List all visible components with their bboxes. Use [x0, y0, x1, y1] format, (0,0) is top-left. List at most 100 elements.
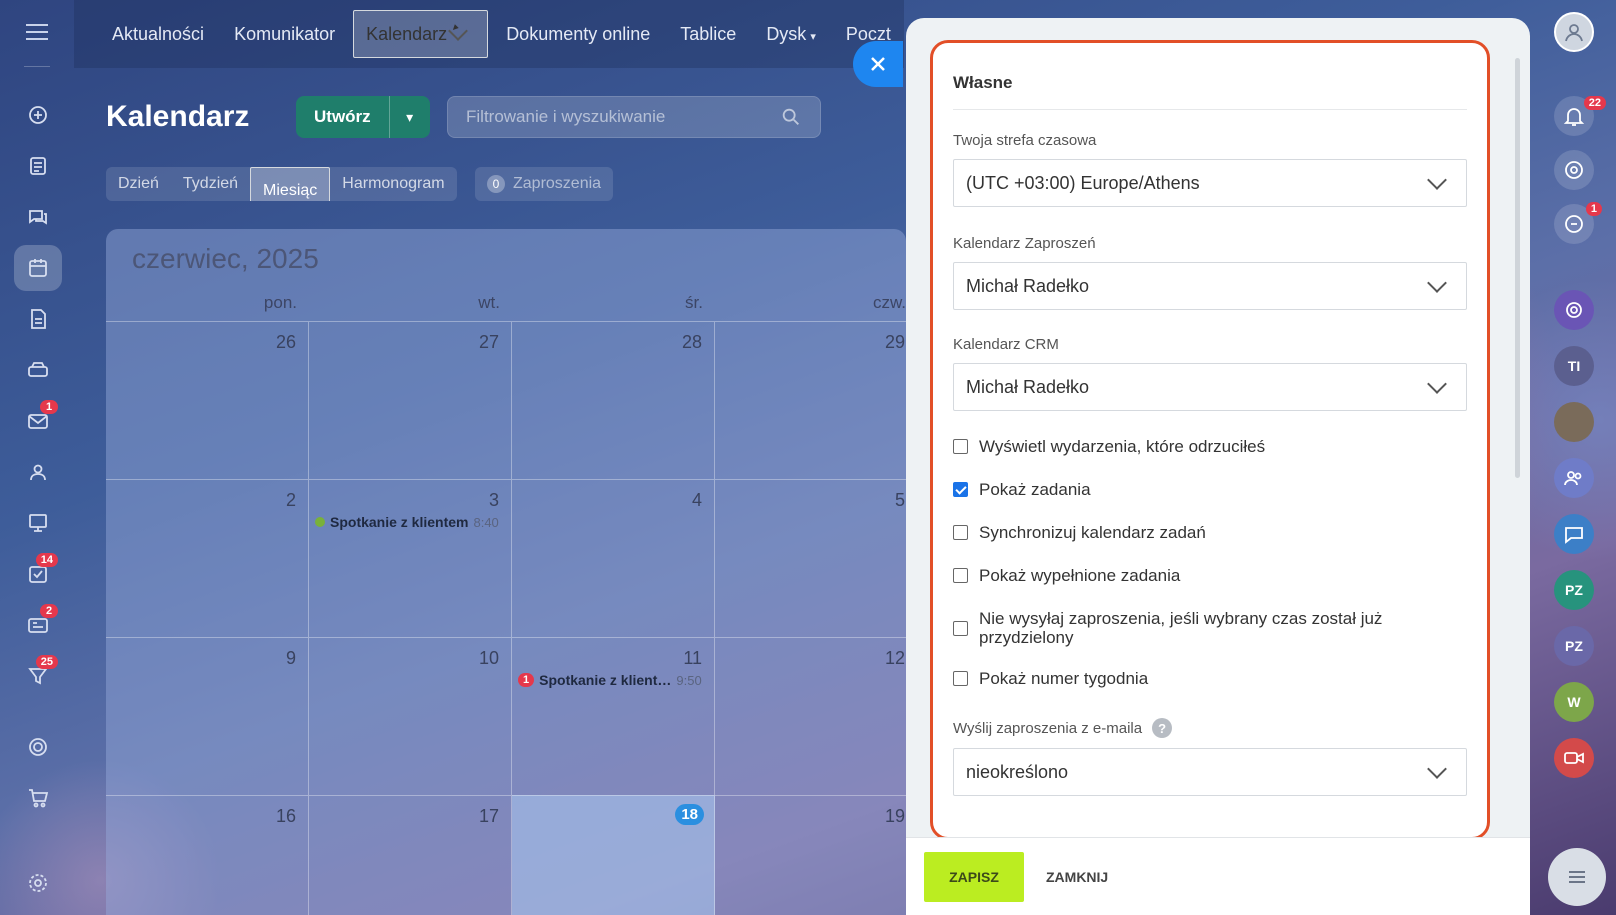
close-panel-button[interactable] [853, 41, 903, 87]
day-cell[interactable]: 27 [309, 321, 512, 479]
nav-kalendarz[interactable]: Kalendarz ▾ [353, 10, 489, 58]
day-cell[interactable]: 29 [715, 321, 906, 479]
cart-icon[interactable] [14, 775, 62, 821]
calendar-event[interactable]: 1 Spotkanie z klient… 9:50 [518, 672, 702, 688]
event-dot-icon [315, 517, 325, 527]
nav-komunikator[interactable]: Komunikator [222, 17, 347, 52]
scrollbar[interactable] [1515, 58, 1520, 478]
funnel-icon[interactable]: 25 [14, 653, 62, 699]
board-icon[interactable] [14, 500, 62, 546]
nav-aktualnosci[interactable]: Aktualności [100, 17, 216, 52]
day-cell[interactable]: 28 [512, 321, 715, 479]
create-button[interactable]: Utwórz [296, 96, 390, 138]
chevron-down-icon: ▾ [448, 21, 469, 41]
weekday-header: śr. [685, 293, 703, 312]
search-input[interactable]: Filtrowanie i wyszukiwanie [447, 96, 821, 138]
document-icon[interactable] [14, 296, 62, 342]
day-cell-today[interactable]: 18 [512, 795, 715, 915]
checkbox-icon [953, 671, 968, 686]
day-cell[interactable]: 2 [106, 479, 309, 637]
day-cell[interactable]: 16 [106, 795, 309, 915]
nav-dokumenty[interactable]: Dokumenty online [494, 17, 662, 52]
contact-avatar[interactable]: PZ [1554, 626, 1594, 666]
show-week-number-checkbox[interactable]: Pokaż numer tygodnia [953, 669, 1467, 688]
day-cell[interactable]: 26 [106, 321, 309, 479]
chevron-down-icon [1427, 374, 1447, 394]
checkbox-icon [953, 620, 968, 636]
settings-section: Własne Twoja strefa czasowa (UTC +03:00)… [930, 40, 1490, 840]
drive-icon[interactable] [14, 347, 62, 393]
help-icon[interactable]: ? [1152, 718, 1173, 738]
group-chat-icon[interactable] [1554, 458, 1594, 498]
left-sidebar: 1 14 2 25 [0, 0, 74, 915]
create-dropdown-chevron-icon[interactable]: ▾ [390, 96, 430, 138]
page-title: Kalendarz [106, 100, 250, 133]
checkbox-icon [953, 568, 968, 583]
day-cell[interactable]: 5 [715, 479, 906, 637]
menu-icon[interactable] [26, 24, 48, 40]
show-completed-checkbox[interactable]: Pokaż wypełnione zadania [953, 566, 1467, 585]
crm-calendar-select[interactable]: Michał Radełko [953, 363, 1467, 411]
show-tasks-checkbox[interactable]: Pokaż zadania [953, 480, 1467, 499]
video-call-icon[interactable] [1554, 738, 1594, 778]
view-month[interactable]: Miesiąc [250, 167, 331, 201]
invites-calendar-select[interactable]: Michał Radełko [953, 262, 1467, 310]
chevron-down-icon [1427, 273, 1447, 293]
month-grid: czerwiec, 2025 pon. wt. śr. czw. 26 27 2… [106, 229, 906, 915]
day-cell[interactable]: 19 [715, 795, 906, 915]
view-schedule[interactable]: Harmonogram [330, 167, 456, 201]
user-avatar[interactable] [1554, 12, 1594, 52]
email-select[interactable]: nieokreślono [953, 748, 1467, 796]
invitations-button[interactable]: 0 Zaproszenia [475, 167, 614, 201]
day-cell[interactable]: 3 Spotkanie z klientem 8:40 [309, 479, 512, 637]
day-cell[interactable]: 9 [106, 637, 309, 795]
view-switcher: Dzień Tydzień Miesiąc Harmonogram [106, 167, 457, 201]
mail-badge: 1 [40, 400, 58, 414]
activity-icon[interactable] [1554, 150, 1594, 190]
contact-avatar[interactable]: TI [1554, 346, 1594, 386]
settings-gear-icon[interactable] [14, 860, 62, 906]
sync-tasks-checkbox[interactable]: Synchronizuj kalendarz zadań [953, 523, 1467, 542]
close-button[interactable]: ZAMKNIJ [1046, 869, 1108, 885]
invitations-count: 0 [487, 175, 505, 193]
crm-icon[interactable]: 2 [14, 602, 62, 648]
invitations-label: Zaproszenia [513, 175, 602, 192]
feed-icon[interactable] [14, 92, 62, 138]
show-declined-checkbox[interactable]: Wyświetl wydarzenia, które odrzuciłeś [953, 437, 1467, 456]
timezone-select[interactable]: (UTC +03:00) Europe/Athens [953, 159, 1467, 207]
chat-icon[interactable] [14, 194, 62, 240]
chevron-down-icon: ▾ [810, 30, 816, 43]
team-icon[interactable] [14, 449, 62, 495]
open-chat-list-button[interactable] [1548, 848, 1606, 906]
copilot-icon[interactable] [1554, 290, 1594, 330]
day-cell[interactable]: 12 [715, 637, 906, 795]
panel-footer: ZAPISZ ZAMKNIJ [906, 837, 1530, 915]
day-cell[interactable]: 4 [512, 479, 715, 637]
right-sidebar: 22 1 TI PZ PZ W [1532, 0, 1616, 915]
view-day[interactable]: Dzień [106, 167, 171, 201]
news-icon[interactable] [14, 143, 62, 189]
save-button[interactable]: ZAPISZ [924, 851, 1024, 902]
day-cell[interactable]: 17 [309, 795, 512, 915]
tasks-icon[interactable]: 14 [14, 551, 62, 597]
notifications-badge: 22 [1583, 96, 1606, 110]
checkbox-checked-icon [953, 482, 968, 497]
target-icon[interactable] [14, 724, 62, 770]
nav-dysk[interactable]: Dysk ▾ [754, 17, 828, 52]
day-cell[interactable]: 10 [309, 637, 512, 795]
nav-tablice[interactable]: Tablice [668, 17, 748, 52]
calendar-event[interactable]: Spotkanie z klientem 8:40 [315, 514, 499, 530]
day-cell[interactable]: 11 1 Spotkanie z klient… 9:50 [512, 637, 715, 795]
contact-avatar[interactable]: PZ [1554, 570, 1594, 610]
contact-avatar[interactable] [1554, 402, 1594, 442]
no-invite-if-busy-checkbox[interactable]: Nie wysyłaj zaproszenia, jeśli wybrany c… [953, 609, 1467, 647]
funnel-badge: 25 [35, 655, 58, 669]
view-week[interactable]: Tydzień [171, 167, 250, 201]
contact-avatar[interactable]: W [1554, 682, 1594, 722]
calendar-icon[interactable] [14, 245, 62, 291]
mail-icon[interactable]: 1 [14, 398, 62, 444]
chevron-down-icon [1427, 759, 1447, 779]
messages-icon[interactable] [1554, 514, 1594, 554]
timezone-label: Twoja strefa czasowa [953, 132, 1097, 149]
tasks-badge: 14 [35, 553, 58, 567]
